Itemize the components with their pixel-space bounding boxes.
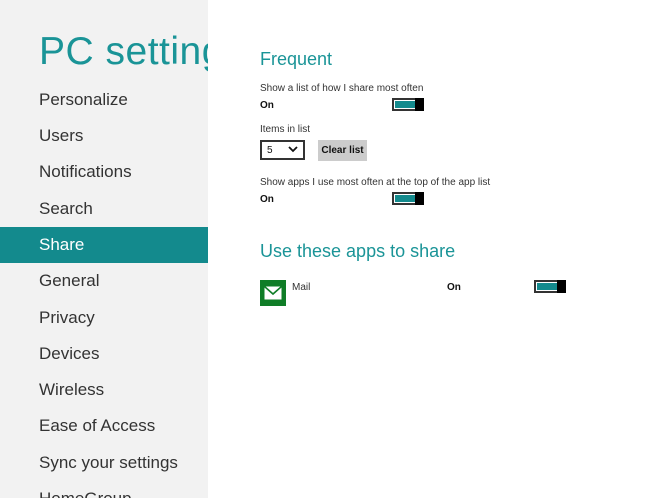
section-heading-frequent: Frequent (260, 49, 333, 69)
apps-at-top-label: Show apps I use most often at the top of… (260, 177, 491, 188)
toggle-fill (537, 283, 557, 290)
section-heading-share-apps: Use these apps to share (260, 241, 456, 261)
apps-at-top-state: On (260, 194, 274, 205)
toggle-thumb (415, 98, 424, 111)
sidebar-item-search[interactable]: Search (0, 191, 208, 227)
sidebar-item-homegroup[interactable]: HomeGroup (0, 481, 208, 498)
chevron-down-icon (288, 146, 298, 153)
sidebar-item-share[interactable]: Share (0, 227, 208, 263)
share-list-state: On (260, 100, 274, 111)
sidebar-item-personalize[interactable]: Personalize (0, 82, 208, 118)
share-list-label: Show a list of how I share most often (260, 83, 424, 94)
mail-share-state: On (447, 282, 461, 293)
clear-list-button[interactable]: Clear list (318, 140, 367, 161)
sidebar-item-ease-of-access[interactable]: Ease of Access (0, 408, 208, 444)
toggle-thumb (415, 192, 424, 205)
sidebar-item-sync-your-settings[interactable]: Sync your settings (0, 445, 208, 481)
sidebar-item-general[interactable]: General (0, 263, 208, 299)
app-name-mail: Mail (292, 282, 311, 293)
sidebar-item-notifications[interactable]: Notifications (0, 154, 208, 190)
items-in-list-select[interactable]: 5 (260, 140, 305, 160)
mail-share-toggle[interactable] (534, 280, 566, 293)
toggle-thumb (557, 280, 566, 293)
envelope-icon (264, 286, 282, 300)
items-in-list-value: 5 (267, 145, 273, 156)
apps-at-top-toggle[interactable] (392, 192, 424, 205)
sidebar-item-devices[interactable]: Devices (0, 336, 208, 372)
share-list-toggle[interactable] (392, 98, 424, 111)
sidebar-item-privacy[interactable]: Privacy (0, 300, 208, 336)
app-title: PC settings (39, 30, 208, 73)
sidebar-item-users[interactable]: Users (0, 118, 208, 154)
toggle-fill (395, 101, 415, 108)
sidebar: PC settings Personalize Users Notificati… (0, 0, 208, 498)
mail-icon (260, 280, 286, 306)
items-in-list-label: Items in list (260, 124, 311, 135)
toggle-fill (395, 195, 415, 202)
sidebar-item-wireless[interactable]: Wireless (0, 372, 208, 408)
